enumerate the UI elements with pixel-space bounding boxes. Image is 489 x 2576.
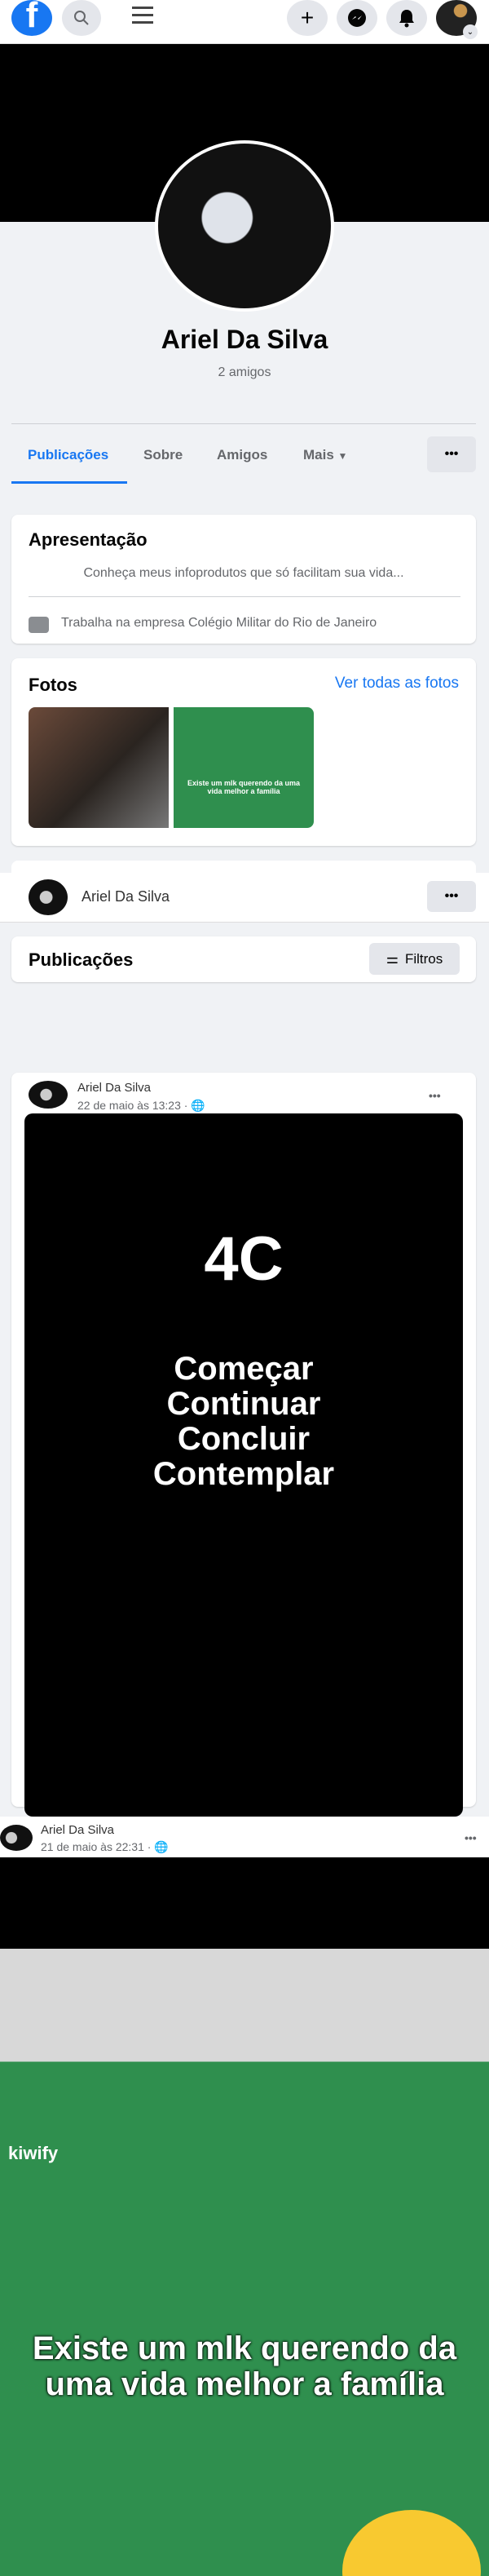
more-options-button[interactable]: ••• [427, 436, 476, 472]
intro-bio: Conheça meus infoprodutos que só facilit… [83, 566, 404, 580]
posts-title: Publicações [29, 949, 134, 970]
image-text: Concluir [177, 1421, 311, 1457]
tab-publicacoes[interactable]: Publicações [28, 447, 108, 463]
menu-icon[interactable] [132, 7, 153, 24]
post-options-icon[interactable]: ••• [429, 1089, 441, 1102]
post-image[interactable]: kiwify Existe um mlk querendo da uma vid… [0, 1857, 489, 2576]
kiwify-logo: kiwify [8, 2143, 59, 2163]
photos-title: Fotos [29, 675, 77, 695]
profile-picture[interactable] [155, 140, 334, 312]
post-author[interactable]: Ariel Da Silva [77, 1081, 151, 1095]
post-date[interactable]: 21 de maio às 22:31 · 🌐 [41, 1840, 169, 1854]
image-text: 4C [204, 1224, 284, 1294]
divider [29, 596, 460, 597]
search-icon[interactable] [62, 0, 101, 36]
post: Ariel Da Silva 22 de maio às 13:23 · 🌐 •… [11, 1073, 476, 1817]
image-text: Começar [174, 1351, 314, 1387]
photo-thumbnail[interactable] [29, 707, 169, 828]
image-text: Contemplar [152, 1456, 335, 1492]
filters-label: Filtros [404, 950, 443, 967]
facebook-logo[interactable]: f [11, 0, 52, 36]
post-options-icon[interactable]: ••• [465, 1831, 477, 1844]
sticky-name: Ariel Da Silva [82, 888, 170, 905]
intro-card: Apresentação Conheça meus infoprodutos q… [11, 515, 476, 644]
post-author[interactable]: Ariel Da Silva [41, 1823, 114, 1837]
sticky-profile-bar: Ariel Da Silva ••• [0, 873, 489, 923]
avatar[interactable] [0, 1825, 33, 1851]
tab-amigos[interactable]: Amigos [217, 447, 267, 463]
photo-caption: Existe um mlk querendo da uma vida melho… [187, 779, 301, 795]
active-tab-indicator [11, 481, 127, 484]
friends-count[interactable]: 2 amigos [0, 365, 489, 380]
briefcase-icon [29, 617, 49, 633]
posts-header-card: Publicações ⚌ Filtros [11, 936, 476, 982]
globe-icon: 🌐 [154, 1840, 169, 1853]
globe-icon: 🌐 [191, 1099, 205, 1112]
avatar[interactable] [29, 1081, 68, 1109]
image-caption: Existe um mlk querendo da uma vida melho… [32, 2330, 457, 2402]
messenger-icon[interactable] [337, 0, 377, 36]
avatar[interactable] [29, 879, 68, 915]
photos-card: Fotos Ver todas as fotos Existe um mlk q… [11, 658, 476, 846]
photo-thumbnail[interactable]: Existe um mlk querendo da uma vida melho… [174, 707, 314, 828]
profile-name: Ariel Da Silva [161, 325, 328, 354]
filters-button[interactable]: ⚌ Filtros [369, 943, 460, 975]
top-bar: f + ⌄ [0, 0, 489, 44]
work-info: Trabalha na empresa Colégio Militar do R… [61, 616, 377, 630]
post-date-text: 21 de maio às 22:31 · [41, 1840, 152, 1853]
divider [11, 423, 476, 424]
intro-title: Apresentação [29, 529, 148, 550]
tab-mais-label: Mais [303, 447, 334, 463]
tab-sobre[interactable]: Sobre [143, 447, 183, 463]
bell-icon[interactable] [386, 0, 427, 36]
image-text: Continuar [166, 1386, 321, 1422]
chevron-down-icon[interactable]: ⌄ [463, 24, 478, 39]
post-date[interactable]: 22 de maio às 13:23 · 🌐 [77, 1099, 205, 1113]
caret-down-icon: ▼ [337, 450, 348, 462]
tab-mais[interactable]: Mais ▼ [303, 447, 347, 463]
post-image[interactable]: 4C Começar Continuar Concluir Contemplar [24, 1113, 463, 1817]
see-all-photos-link[interactable]: Ver todas as fotos [335, 675, 459, 693]
post-date-text: 22 de maio às 13:23 · [77, 1099, 188, 1112]
photo-background [0, 1949, 489, 2576]
post-header: Ariel Da Silva 21 de maio às 22:31 · 🌐 •… [0, 1817, 489, 1857]
more-options-button[interactable]: ••• [427, 881, 476, 912]
filters-icon: ⚌ [385, 950, 399, 967]
plus-icon[interactable]: + [287, 0, 328, 36]
